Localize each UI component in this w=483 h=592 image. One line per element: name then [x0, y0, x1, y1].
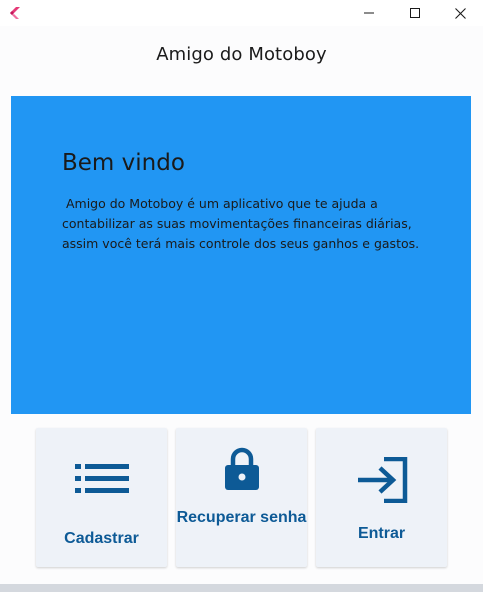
login-icon-wrap [316, 457, 447, 503]
recover-password-label: Recuperar senha [176, 509, 307, 526]
flutter-app-icon [10, 7, 20, 19]
lock-icon-wrap [176, 446, 307, 491]
page-title: Amigo do Motoboy [156, 44, 327, 65]
login-label: Entrar [357, 525, 406, 542]
welcome-description: Amigo do Motoboy é um aplicativo que te … [62, 196, 420, 251]
login-icon [357, 457, 407, 503]
register-label: Cadastrar [64, 530, 139, 547]
welcome-panel: Bem vindo Amigo do Motoboy é um aplicati… [11, 96, 471, 414]
title-bar [0, 0, 483, 26]
status-strip [0, 584, 483, 592]
maximize-icon [410, 8, 420, 18]
list-icon-wrap [36, 463, 167, 495]
maximize-button[interactable] [392, 0, 438, 26]
minimize-icon [364, 12, 374, 14]
close-button[interactable] [437, 0, 483, 26]
minimize-button[interactable] [346, 0, 392, 26]
app-window: Amigo do Motoboy Bem vindo Amigo do Moto… [0, 0, 483, 592]
lock-icon [224, 447, 259, 490]
close-icon [454, 7, 466, 19]
recover-password-button[interactable]: Recuperar senha [176, 428, 307, 567]
register-button[interactable]: Cadastrar [36, 428, 167, 567]
login-button[interactable]: Entrar [316, 428, 447, 567]
list-icon [74, 464, 129, 493]
welcome-title: Bem vindo [62, 150, 185, 176]
